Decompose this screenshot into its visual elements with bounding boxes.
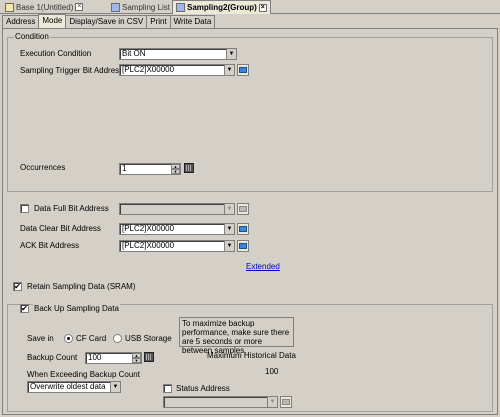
retain-sampling-checkbox[interactable]: ✔ xyxy=(13,282,22,291)
status-address-select[interactable]: ▼ xyxy=(163,396,278,408)
spin-down-icon[interactable]: ▼ xyxy=(171,169,180,174)
chevron-down-icon[interactable]: ▼ xyxy=(224,204,234,214)
chevron-down-icon[interactable]: ▼ xyxy=(224,241,234,251)
doc-tab-label: Sampling List xyxy=(122,2,171,12)
backup-count-label: Backup Count xyxy=(27,353,78,362)
exceeding-count-select[interactable]: Overwrite oldest data ▼ xyxy=(27,381,121,393)
address-keypad-icon[interactable] xyxy=(237,240,249,252)
data-full-label: Data Full Bit Address xyxy=(34,204,109,213)
retain-sampling-label: Retain Sampling Data (SRAM) xyxy=(27,282,136,291)
occurrences-value: 1 xyxy=(122,164,127,173)
backup-group-title: Back Up Sampling Data xyxy=(33,304,120,314)
backup-count-stepper[interactable]: 100 ▲ ▼ xyxy=(85,352,142,364)
chevron-down-icon[interactable]: ▼ xyxy=(226,49,236,59)
occurrences-label: Occurrences xyxy=(20,163,66,172)
data-clear-value: [PLC2]X00000 xyxy=(122,224,175,233)
spin-down-icon[interactable]: ▼ xyxy=(132,358,141,363)
extended-link[interactable]: Extended xyxy=(246,262,280,272)
keypad-icon[interactable] xyxy=(144,352,154,362)
backup-sampling-checkbox[interactable]: ✔ xyxy=(20,304,29,313)
doc-tab-label: Sampling2(Group) xyxy=(187,3,257,12)
ack-bit-address-select[interactable]: [PLC2]X00000 ▼ xyxy=(119,240,235,252)
trigger-bit-label: Sampling Trigger Bit Address xyxy=(20,66,124,75)
chevron-down-icon[interactable]: ▼ xyxy=(267,397,277,407)
tab-print[interactable]: Print xyxy=(146,15,171,28)
data-clear-label: Data Clear Bit Address xyxy=(20,224,101,233)
address-keypad-icon[interactable] xyxy=(237,223,249,235)
data-full-checkbox[interactable] xyxy=(20,204,29,213)
address-keypad-icon[interactable] xyxy=(280,396,292,408)
exceeding-count-label: When Exceeding Backup Count xyxy=(27,370,140,379)
usb-storage-radio[interactable] xyxy=(113,334,122,343)
execution-condition-select[interactable]: Bit ON ▼ xyxy=(119,48,237,60)
cf-card-label: CF Card xyxy=(76,334,107,343)
close-icon[interactable]: × xyxy=(75,3,84,11)
settings-tab-strip: Address Mode Display/Save in CSV Print W… xyxy=(2,14,216,28)
doc-tab-label: Base 1(Untitled) xyxy=(16,2,74,12)
exceeding-count-value: Overwrite oldest data xyxy=(30,382,106,391)
address-keypad-icon[interactable] xyxy=(237,64,249,76)
screen-icon xyxy=(5,2,14,12)
status-address-label: Status Address xyxy=(176,384,230,393)
ack-bit-label: ACK Bit Address xyxy=(20,241,80,250)
chevron-down-icon[interactable]: ▼ xyxy=(224,224,234,234)
save-in-label: Save in xyxy=(27,334,54,343)
data-clear-address-select[interactable]: [PLC2]X00000 ▼ xyxy=(119,223,235,235)
address-keypad-icon[interactable] xyxy=(237,203,249,215)
chevron-down-icon[interactable]: ▼ xyxy=(224,65,234,75)
keypad-icon[interactable] xyxy=(184,163,194,173)
usb-storage-label: USB Storage xyxy=(125,334,172,343)
doc-tab-base1[interactable]: Base 1(Untitled) × xyxy=(2,1,86,13)
ack-bit-value: [PLC2]X00000 xyxy=(122,241,175,250)
document-tab-bar: Base 1(Untitled) × Sampling List × Sampl… xyxy=(0,0,500,14)
tab-address[interactable]: Address xyxy=(2,15,40,28)
tab-display-save-csv[interactable]: Display/Save in CSV xyxy=(65,15,148,28)
close-icon[interactable]: × xyxy=(258,3,267,12)
backup-count-value: 100 xyxy=(88,353,102,362)
occurrences-stepper[interactable]: 1 ▲ ▼ xyxy=(119,163,181,175)
trigger-bit-address-select[interactable]: [PLC2]X00000 ▼ xyxy=(119,64,235,76)
mode-panel: Condition Execution Condition Bit ON ▼ S… xyxy=(2,28,498,415)
doc-tab-sampling2[interactable]: Sampling2(Group) × xyxy=(172,0,271,14)
cf-card-radio[interactable] xyxy=(64,334,73,343)
chevron-down-icon[interactable]: ▼ xyxy=(110,382,120,392)
execution-condition-value: Bit ON xyxy=(122,49,146,58)
status-address-checkbox[interactable] xyxy=(163,384,172,393)
sampling-icon xyxy=(176,3,185,12)
tab-write-data[interactable]: Write Data xyxy=(169,15,216,28)
backup-info-note: To maximize backup performance, make sur… xyxy=(179,317,294,355)
list-icon xyxy=(111,2,120,12)
tab-mode[interactable]: Mode xyxy=(38,14,67,28)
condition-group-title: Condition xyxy=(14,32,50,42)
data-full-address-select[interactable]: ▼ xyxy=(119,203,235,215)
max-historical-value: 100 xyxy=(265,367,279,376)
execution-condition-label: Execution Condition xyxy=(20,49,92,58)
max-historical-label: Maximum Historical Data xyxy=(207,351,296,360)
condition-group: Condition xyxy=(7,32,493,192)
trigger-bit-value: [PLC2]X00000 xyxy=(122,65,175,74)
